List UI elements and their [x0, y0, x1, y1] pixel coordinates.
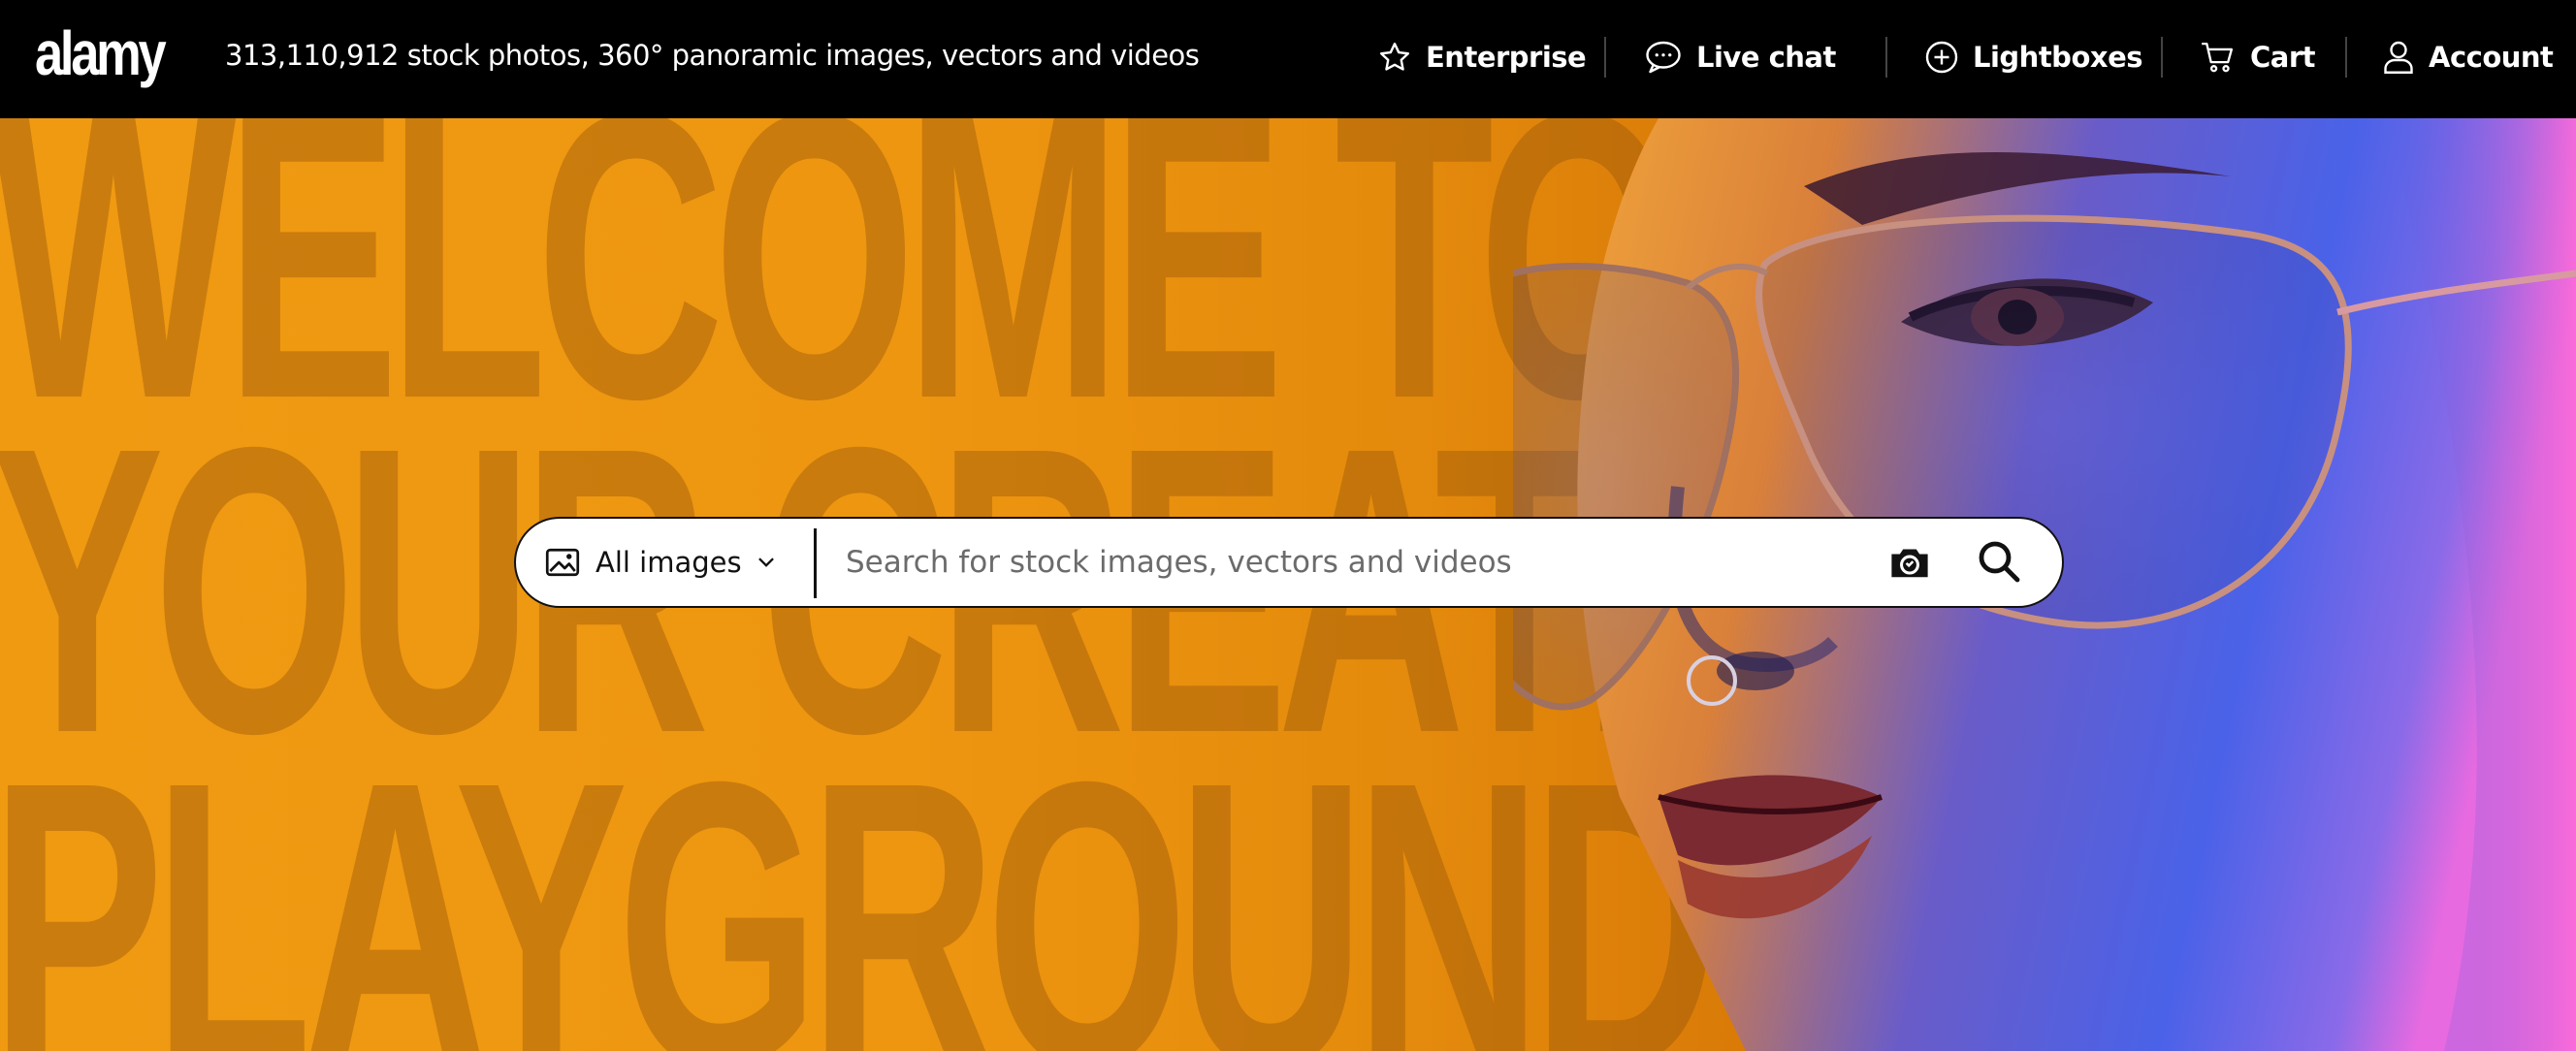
site-tagline: 313,110,912 stock photos, 360° panoramic…: [225, 39, 1200, 72]
camera-icon: [1891, 549, 1928, 578]
nav-divider: [1604, 37, 1606, 78]
top-navigation-bar: alamy 313,110,912 stock photos, 360° pan…: [0, 0, 2576, 118]
search-divider: [814, 528, 817, 598]
search-type-dropdown[interactable]: All images: [545, 519, 775, 606]
live-chat-link[interactable]: Live chat: [1644, 27, 1836, 87]
alamy-logo[interactable]: alamy: [35, 17, 167, 89]
account-link[interactable]: Account: [2382, 27, 2554, 87]
hero-banner: WELCOME TO YOUR CREATIVE PLAYGROUND: [0, 118, 2576, 1051]
nav-divider: [2161, 37, 2163, 78]
chevron-down-icon: [757, 557, 774, 567]
lightboxes-label: Lightboxes: [1973, 41, 2143, 74]
account-label: Account: [2429, 41, 2554, 74]
search-bar: All images: [514, 517, 2064, 608]
nav-divider: [2345, 37, 2347, 78]
lightboxes-link[interactable]: Lightboxes: [1924, 27, 2143, 87]
cart-link[interactable]: Cart: [2200, 27, 2316, 87]
search-icon: [1979, 541, 2020, 583]
chat-bubble-icon: [1646, 41, 1681, 74]
enterprise-link[interactable]: Enterprise: [1377, 27, 1587, 87]
cart-label: Cart: [2250, 41, 2316, 74]
image-icon: [545, 548, 580, 577]
live-chat-label: Live chat: [1696, 41, 1836, 74]
cart-icon: [2202, 42, 2234, 73]
search-type-label: All images: [596, 546, 742, 579]
search-submit-button[interactable]: [1976, 538, 2022, 589]
nav-divider: [1885, 37, 1887, 78]
visual-search-button[interactable]: [1888, 542, 1931, 587]
user-icon: [2384, 41, 2413, 74]
plus-circle-icon: [1925, 41, 1958, 74]
star-icon: [1380, 43, 1409, 71]
enterprise-label: Enterprise: [1426, 41, 1587, 74]
search-input[interactable]: [846, 532, 1874, 592]
